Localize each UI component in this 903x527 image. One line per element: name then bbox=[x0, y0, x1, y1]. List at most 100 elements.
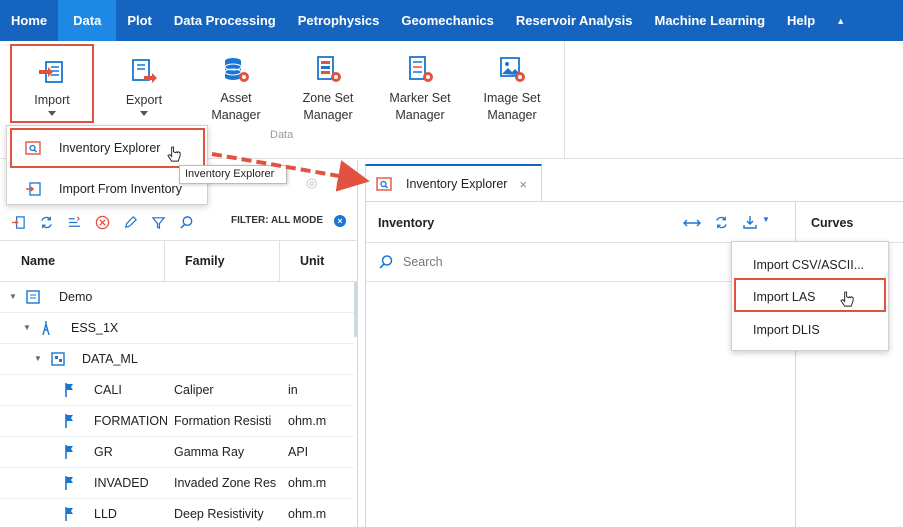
tree-item-name: ESS_1X bbox=[71, 321, 119, 335]
dataset-icon bbox=[51, 352, 65, 366]
clear-filter-icon[interactable]: × bbox=[334, 215, 346, 227]
column-divider bbox=[164, 241, 165, 282]
menu-data[interactable]: Data bbox=[58, 0, 117, 41]
curve-flag-icon bbox=[65, 445, 73, 459]
image-set-manager-button[interactable]: Image Set Manager bbox=[472, 54, 552, 124]
chevron-down-icon[interactable]: ▼ bbox=[762, 215, 770, 224]
menu-machine-learning[interactable]: Machine Learning bbox=[644, 0, 777, 41]
refresh-icon[interactable] bbox=[39, 215, 54, 230]
close-icon[interactable]: × bbox=[519, 177, 527, 192]
menu-reservoir-analysis[interactable]: Reservoir Analysis bbox=[505, 0, 644, 41]
expand-horizontal-icon[interactable] bbox=[683, 217, 701, 229]
menu-home[interactable]: Home bbox=[0, 0, 58, 41]
zone-set-label-2: Manager bbox=[303, 108, 353, 122]
curve-family: Invaded Zone Res bbox=[174, 476, 277, 490]
expand-caret-icon[interactable]: ▼ bbox=[9, 282, 17, 312]
zone-set-manager-button[interactable]: Zone Set Manager bbox=[288, 54, 368, 124]
export-label: Export bbox=[125, 93, 163, 107]
filter-mode-label: FILTER: ALL MODE bbox=[230, 215, 323, 226]
tree-item-name: Demo bbox=[59, 290, 93, 304]
tree-row[interactable]: LLD Deep Resistivity ohm.m bbox=[0, 499, 354, 527]
curve-name: CALI bbox=[94, 383, 122, 397]
tab-label: Inventory Explorer bbox=[406, 177, 508, 191]
asset-manager-button[interactable]: Asset Manager bbox=[196, 54, 276, 124]
hand-cursor-icon bbox=[167, 146, 181, 162]
curve-family: Gamma Ray bbox=[174, 445, 245, 459]
tab-inventory-explorer[interactable]: Inventory Explorer × bbox=[365, 164, 542, 202]
curve-name: GR bbox=[94, 445, 113, 459]
asset-manager-label-2: Manager bbox=[211, 108, 261, 122]
column-header-name[interactable]: Name bbox=[21, 241, 55, 282]
curve-flag-icon bbox=[65, 383, 73, 397]
curve-unit: ohm.m bbox=[288, 414, 327, 428]
export-caret-icon bbox=[140, 111, 148, 116]
asset-manager-label-1: Asset bbox=[220, 91, 252, 105]
column-header-unit[interactable]: Unit bbox=[300, 241, 324, 282]
curve-unit: in bbox=[288, 383, 298, 397]
image-set-label-2: Manager bbox=[487, 108, 537, 122]
import-icon[interactable] bbox=[11, 215, 26, 230]
edit-icon[interactable] bbox=[123, 215, 138, 230]
image-set-icon bbox=[500, 57, 525, 82]
tree-row[interactable]: CALI Caliper in bbox=[0, 375, 354, 406]
tree-row[interactable]: INVADED Invaded Zone Res ohm.m bbox=[0, 468, 354, 499]
marker-set-icon bbox=[409, 56, 433, 82]
inventory-tree-panel: FILTER: ALL MODE × Name Family Unit ▼ De… bbox=[0, 160, 358, 527]
marker-set-label-1: Marker Set bbox=[389, 91, 451, 105]
tree-row[interactable]: ▼ ESS_1X bbox=[0, 313, 354, 344]
tree-row[interactable]: ▼ DATA_ML bbox=[0, 344, 354, 375]
tree-scrollbar[interactable] bbox=[354, 282, 358, 337]
curves-title: Curves bbox=[811, 216, 854, 230]
image-set-label-1: Image Set bbox=[483, 91, 541, 105]
menu-item-import-dlis[interactable]: Import DLIS bbox=[732, 315, 890, 345]
sort-icon[interactable] bbox=[67, 215, 82, 230]
curve-unit: API bbox=[288, 445, 309, 459]
curve-name: LLD bbox=[94, 507, 117, 521]
marker-set-manager-button[interactable]: Marker Set Manager bbox=[380, 54, 460, 124]
inventory-explorer-icon bbox=[376, 177, 392, 191]
menu-bar: Home Data Plot Data Processing Petrophys… bbox=[0, 0, 903, 41]
curve-flag-icon bbox=[65, 414, 73, 428]
delete-icon[interactable] bbox=[95, 215, 110, 230]
export-button[interactable]: Export bbox=[104, 56, 184, 116]
curve-unit: ohm.m bbox=[288, 476, 327, 490]
inventory-title: Inventory bbox=[378, 216, 435, 230]
tree-row[interactable]: ▼ Demo bbox=[0, 282, 354, 313]
curve-family: Deep Resistivity bbox=[174, 507, 264, 521]
download-icon[interactable] bbox=[742, 214, 758, 230]
export-icon bbox=[132, 59, 157, 83]
column-header-family[interactable]: Family bbox=[185, 241, 225, 282]
expand-caret-icon[interactable]: ▼ bbox=[34, 344, 42, 374]
inventory-search[interactable]: Search bbox=[378, 254, 443, 270]
asset-manager-icon bbox=[224, 58, 249, 82]
expand-caret-icon[interactable]: ▼ bbox=[23, 313, 31, 343]
menu-data-processing[interactable]: Data Processing bbox=[163, 0, 287, 41]
ribbon-separator bbox=[564, 41, 565, 159]
refresh-icon[interactable] bbox=[714, 215, 729, 230]
tree-toolbar: FILTER: ALL MODE × bbox=[0, 204, 358, 240]
menu-help[interactable]: Help bbox=[776, 0, 826, 41]
hand-cursor-icon bbox=[840, 291, 854, 307]
panel-close-icon[interactable]: ◉ bbox=[336, 175, 347, 191]
menu-plot[interactable]: Plot bbox=[116, 0, 163, 41]
panel-restore-icon[interactable]: ◎ bbox=[306, 175, 317, 191]
marker-set-label-2: Manager bbox=[395, 108, 445, 122]
tree-row[interactable]: FORMATION Formation Resisti ohm.m bbox=[0, 406, 354, 437]
project-icon bbox=[26, 290, 40, 304]
menu-item-import-csv[interactable]: Import CSV/ASCII... bbox=[732, 250, 890, 280]
search-icon[interactable] bbox=[179, 215, 194, 230]
curve-flag-icon bbox=[65, 476, 73, 490]
filter-icon[interactable] bbox=[151, 215, 166, 230]
import-button[interactable]: Import bbox=[12, 56, 92, 116]
ribbon-group-label: Data bbox=[270, 129, 294, 141]
menu-petrophysics[interactable]: Petrophysics bbox=[287, 0, 391, 41]
curve-name: INVADED bbox=[94, 476, 149, 490]
collapse-ribbon-icon[interactable]: ▲ bbox=[826, 16, 855, 26]
tree-row[interactable]: GR Gamma Ray API bbox=[0, 437, 354, 468]
zone-set-label-1: Zone Set bbox=[302, 91, 354, 105]
tree-item-name: DATA_ML bbox=[82, 352, 138, 366]
curve-family: Formation Resisti bbox=[174, 414, 272, 428]
import-icon bbox=[39, 61, 63, 83]
menu-geomechanics[interactable]: Geomechanics bbox=[390, 0, 505, 41]
curve-unit: ohm.m bbox=[288, 507, 327, 521]
